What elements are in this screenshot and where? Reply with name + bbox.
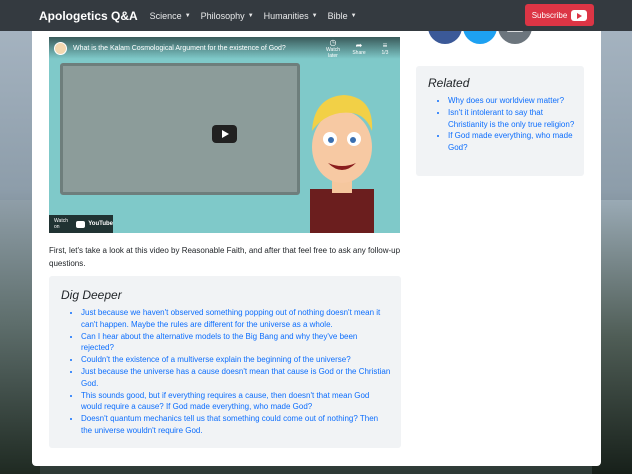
video-chalkboard [60,63,300,195]
subscribe-button[interactable]: Subscribe [525,4,594,26]
video-title[interactable]: What is the Kalam Cosmological Argument … [73,45,322,52]
clock-icon: ◷ [329,37,337,47]
subscribe-label: Subscribe [531,10,568,20]
cartoon-character [310,95,374,233]
site-brand[interactable]: Apologetics Q&A [39,9,138,23]
related-link[interactable]: If God made everything, who made God? [448,131,573,152]
nav-item-bible[interactable]: Bible ▼ [328,11,357,21]
related-link[interactable]: Isn't it intolerant to say that Christia… [448,108,574,129]
list-item: Just because the universe has a cause do… [81,366,391,390]
intro-text: First, let's take a look at this video b… [49,246,401,268]
share-label: Share [352,49,366,56]
dig-deeper-link[interactable]: This sounds good, but if everything requ… [81,391,369,412]
dig-deeper-link[interactable]: Just because the universe has a cause do… [81,367,390,388]
list-item: Why does our worldview matter? [448,95,578,107]
related-link[interactable]: Why does our worldview matter? [448,96,564,105]
playlist-icon: ≡ [382,40,388,50]
nav-item-science[interactable]: Science ▼ [150,11,191,21]
caret-down-icon: ▼ [247,12,254,19]
share-icon: ➦ [355,40,363,50]
dig-deeper-list: Just because we haven't observed somethi… [81,307,391,437]
share-button[interactable]: ➦ Share [348,41,370,56]
dig-deeper-link[interactable]: Just because we haven't observed somethi… [81,308,380,329]
playlist-button[interactable]: ≡ 1/3 [374,41,396,56]
play-button[interactable] [212,125,237,143]
related-list: Why does our worldview matter? Isn't it … [448,95,578,154]
youtube-icon [571,9,588,21]
dig-deeper-link[interactable]: Can I hear about the alternative models … [81,332,357,353]
list-item: Just because we haven't observed somethi… [81,307,391,331]
watch-later-button[interactable]: ◷ Watch later [322,38,344,59]
youtube-icon [76,220,86,228]
caret-down-icon: ▼ [311,12,318,19]
playlist-label: 1/3 [381,49,389,56]
dig-deeper-link[interactable]: Couldn't the existence of a multiverse e… [81,355,351,364]
list-item: Doesn't quantum mechanics tell us that s… [81,413,391,437]
caret-down-icon: ▼ [184,12,191,19]
video-topbar: What is the Kalam Cosmological Argument … [49,37,400,59]
related-panel: Related Why does our worldview matter? I… [416,66,584,176]
caret-down-icon: ▼ [350,12,357,19]
watch-on-label: Watch on [54,218,68,230]
video-embed[interactable]: What is the Kalam Cosmological Argument … [49,37,400,233]
nav-item-humanities[interactable]: Humanities ▼ [264,11,318,21]
dig-deeper-panel: Dig Deeper Just because we haven't obser… [49,276,401,448]
nav-item-label: Humanities [263,10,309,21]
nav-item-philosophy[interactable]: Philosophy ▼ [201,11,254,21]
list-item: Isn't it intolerant to say that Christia… [448,107,578,131]
nav-item-label: Bible [327,10,348,21]
top-navbar: Apologetics Q&A Science ▼ Philosophy ▼ H… [0,0,632,31]
watch-on-youtube-link[interactable]: Watch on YouTube [49,215,113,233]
youtube-brand-label: YouTube [88,221,113,227]
nav-item-label: Philosophy [200,10,245,21]
nav-item-label: Science [149,10,182,21]
watch-later-label: Watch later [326,46,340,59]
dig-deeper-title: Dig Deeper [61,288,122,302]
list-item: Can I hear about the alternative models … [81,331,391,355]
related-title: Related [428,76,470,90]
channel-avatar[interactable] [54,41,67,55]
dig-deeper-link[interactable]: Doesn't quantum mechanics tell us that s… [81,414,378,435]
list-item: If God made everything, who made God? [448,130,578,154]
list-item: This sounds good, but if everything requ… [81,390,391,414]
list-item: Couldn't the existence of a multiverse e… [81,354,391,366]
